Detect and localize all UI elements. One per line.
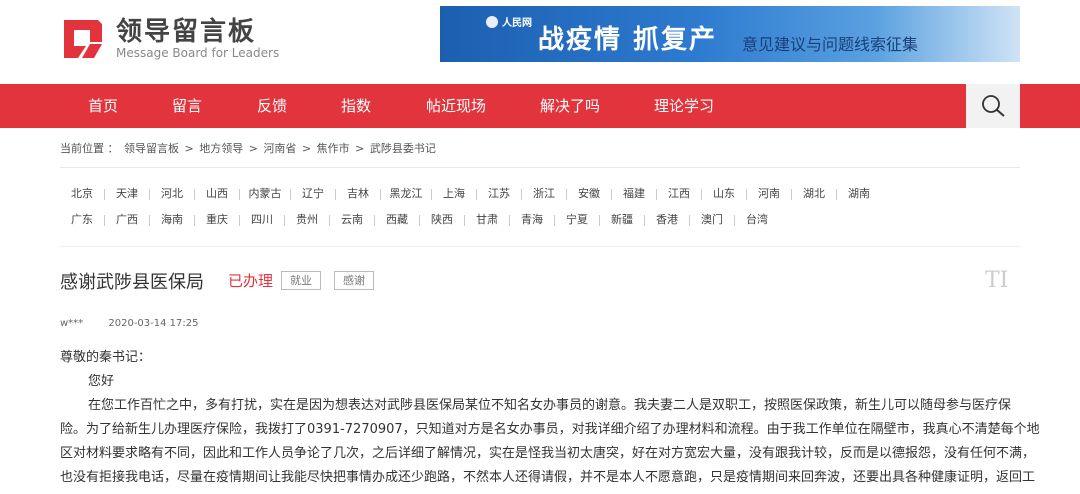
province-link[interactable]: 广东 xyxy=(60,211,104,229)
province-link[interactable]: 黑龙江 xyxy=(381,185,431,203)
campaign-banner[interactable]: 人民网 战疫情 抓复产 意见建议与问题线索征集 xyxy=(440,6,1020,62)
province-link[interactable]: 河南 xyxy=(747,185,791,203)
greeting: 您好 xyxy=(88,374,115,389)
author-name: w*** xyxy=(60,318,84,329)
province-link[interactable]: 吉林 xyxy=(336,185,380,203)
province-link[interactable]: 内蒙古 xyxy=(240,185,290,203)
paragraph-line: 险。为了给新生儿办理医疗保险，我拨打了0391-7270907，只知道对方是名女… xyxy=(60,422,1040,437)
province-link[interactable]: 天津 xyxy=(105,185,149,203)
province-link[interactable]: 广西 xyxy=(105,211,149,229)
province-link[interactable]: 青海 xyxy=(510,211,554,229)
breadcrumb-sep: > xyxy=(301,142,312,155)
breadcrumb-sep: > xyxy=(355,142,365,155)
search-icon xyxy=(982,95,1005,117)
nav-index[interactable]: 指数 xyxy=(341,84,371,128)
breadcrumb: 当前位置 ： 领导留言板 > 地方领导 > 河南省 > 焦作市 > 武陟县委书记 xyxy=(60,140,438,156)
province-link[interactable]: 甘肃 xyxy=(465,211,509,229)
breadcrumb-sep: > xyxy=(184,142,194,155)
nav-theory[interactable]: 理论学习 xyxy=(654,84,714,128)
nav-home[interactable]: 首页 xyxy=(88,84,118,128)
province-link[interactable]: 江苏 xyxy=(477,185,521,203)
province-link[interactable]: 上海 xyxy=(432,185,476,203)
logo-title: 领导留言板 xyxy=(116,17,257,47)
paragraph-line: 也没有拒接我电话，尽量在疫情期间让我能尽快把事情办成还少跑路，不然本人还得请假，… xyxy=(60,470,1036,485)
province-link[interactable]: 陕西 xyxy=(420,211,464,229)
province-link[interactable]: 山东 xyxy=(702,185,746,203)
divider xyxy=(60,167,1020,168)
nav-resolved[interactable]: 解决了吗 xyxy=(540,84,600,128)
province-link[interactable]: 湖南 xyxy=(837,185,881,203)
province-link[interactable]: 台湾 xyxy=(735,211,779,229)
province-link[interactable]: 澳门 xyxy=(690,211,734,229)
province-link[interactable]: 河北 xyxy=(150,185,194,203)
tag-employment[interactable]: 就业 xyxy=(281,271,321,290)
province-link[interactable]: 江西 xyxy=(657,185,701,203)
province-link[interactable]: 浙江 xyxy=(522,185,566,203)
paragraph-line: 区对材料要求略有不同，因此和工作人员争论了几次，之后详细了解情况，实在是怪我当初… xyxy=(60,446,1036,461)
breadcrumb-current[interactable]: 武陟县委书记 xyxy=(370,142,436,155)
province-link[interactable]: 香港 xyxy=(645,211,689,229)
nav-messages[interactable]: 留言 xyxy=(172,84,202,128)
breadcrumb-link[interactable]: 地方领导 xyxy=(199,142,243,155)
message-title: 感谢武陟县医保局 xyxy=(60,272,204,293)
nav-feedback[interactable]: 反馈 xyxy=(257,84,287,128)
province-link[interactable]: 安徽 xyxy=(567,185,611,203)
font-size-toggle[interactable]: TI xyxy=(985,268,1008,293)
logo-subtitle: Message Board for Leaders xyxy=(116,46,280,60)
post-date: 2020-03-14 17:25 xyxy=(108,318,199,329)
province-link[interactable]: 四川 xyxy=(240,211,284,229)
province-link[interactable]: 湖北 xyxy=(792,185,836,203)
province-list-row-2: 广东 广西 海南 重庆 四川 贵州 云南 西藏 陕西 甘肃 青海 宁夏 新疆 香港 澳门 台湾 xyxy=(60,211,779,229)
status-badge: 已办理 xyxy=(228,272,274,290)
province-link[interactable]: 山西 xyxy=(195,185,239,203)
banner-site-name: 人民网 xyxy=(502,18,532,29)
breadcrumb-link[interactable]: 领导留言板 xyxy=(124,142,179,155)
province-link[interactable]: 北京 xyxy=(60,185,104,203)
breadcrumb-label: 当前位置 ： xyxy=(60,142,119,155)
search-button[interactable] xyxy=(966,84,1020,128)
message-body: 尊敬的秦书记： 您好 在您工作百忙之中，多有打扰，实在是因为想表达对武陟县医保局… xyxy=(60,346,1040,490)
breadcrumb-sep: > xyxy=(248,142,258,155)
nav-field[interactable]: 帖近现场 xyxy=(426,84,486,128)
people-daily-emblem-icon xyxy=(486,16,498,28)
province-link[interactable]: 宁夏 xyxy=(555,211,599,229)
paragraph-line: 在您工作百忙之中，多有打扰，实在是因为想表达对武陟县医保局某位不知名女办事员的谢… xyxy=(88,398,1012,413)
banner-subheadline: 意见建议与问题线索征集 xyxy=(742,35,919,54)
logo-icon xyxy=(60,16,106,62)
breadcrumb-link[interactable]: 河南省 xyxy=(263,142,296,155)
tag-thanks[interactable]: 感谢 xyxy=(334,271,374,290)
province-link[interactable]: 辽宁 xyxy=(291,185,335,203)
main-nav: 首页 留言 反馈 指数 帖近现场 解决了吗 理论学习 xyxy=(0,84,1080,128)
divider xyxy=(60,246,1020,247)
breadcrumb-link[interactable]: 焦作市 xyxy=(317,142,350,155)
province-link[interactable]: 西藏 xyxy=(375,211,419,229)
province-link[interactable]: 海南 xyxy=(150,211,194,229)
province-link[interactable]: 福建 xyxy=(612,185,656,203)
banner-headline: 战疫情 抓复产 xyxy=(538,25,718,55)
province-link[interactable]: 重庆 xyxy=(195,211,239,229)
province-link[interactable]: 云南 xyxy=(330,211,374,229)
message-meta: w*** 2020-03-14 17:25 xyxy=(60,318,199,329)
site-logo[interactable]: 领导留言板 Message Board for Leaders xyxy=(60,14,279,64)
site-header: 领导留言板 Message Board for Leaders 人民网 战疫情 … xyxy=(0,0,1080,84)
province-link[interactable]: 贵州 xyxy=(285,211,329,229)
salutation: 尊敬的秦书记： xyxy=(60,350,152,365)
province-list-row-1: 北京 天津 河北 山西 内蒙古 辽宁 吉林 黑龙江 上海 江苏 浙江 安徽 福建 江西 山东 河南 湖北 湖南 xyxy=(60,185,881,203)
province-link[interactable]: 新疆 xyxy=(600,211,644,229)
